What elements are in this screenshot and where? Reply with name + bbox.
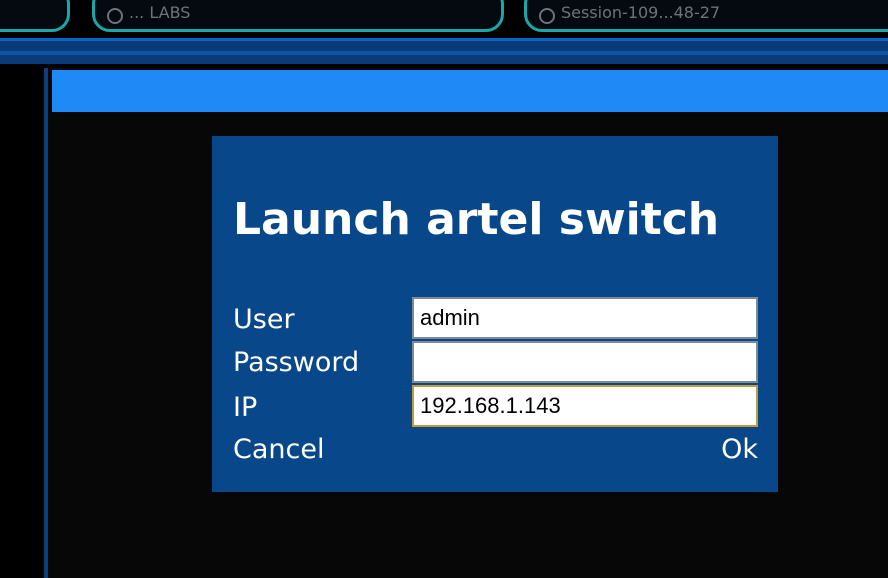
- session-tab-1[interactable]: ... LABS: [92, 0, 504, 32]
- globe-icon: [539, 8, 555, 24]
- session-tab-bar: ... LABS Session-109...48-27: [0, 0, 888, 36]
- cancel-button[interactable]: Cancel: [233, 436, 324, 463]
- content-header-strip: [52, 70, 888, 112]
- password-input[interactable]: [412, 341, 758, 383]
- ok-button[interactable]: Ok: [721, 436, 758, 463]
- nav-rail: [0, 38, 888, 64]
- globe-icon: [107, 8, 123, 24]
- ip-input[interactable]: [412, 385, 758, 427]
- user-label: User: [233, 304, 295, 335]
- password-label: Password: [233, 347, 360, 378]
- session-tab-2[interactable]: Session-109...48-27: [524, 0, 888, 32]
- nav-rail-divider: [0, 51, 888, 55]
- dialog-title: Launch artel switch: [233, 194, 720, 245]
- ip-label: IP: [233, 392, 258, 423]
- session-tab-partial[interactable]: [0, 0, 70, 32]
- launch-dialog: Launch artel switch User Password IP Can…: [212, 136, 778, 492]
- session-tab-label: ... LABS: [129, 3, 191, 22]
- session-tab-label: Session-109...48-27: [561, 3, 721, 22]
- user-input[interactable]: [412, 297, 758, 339]
